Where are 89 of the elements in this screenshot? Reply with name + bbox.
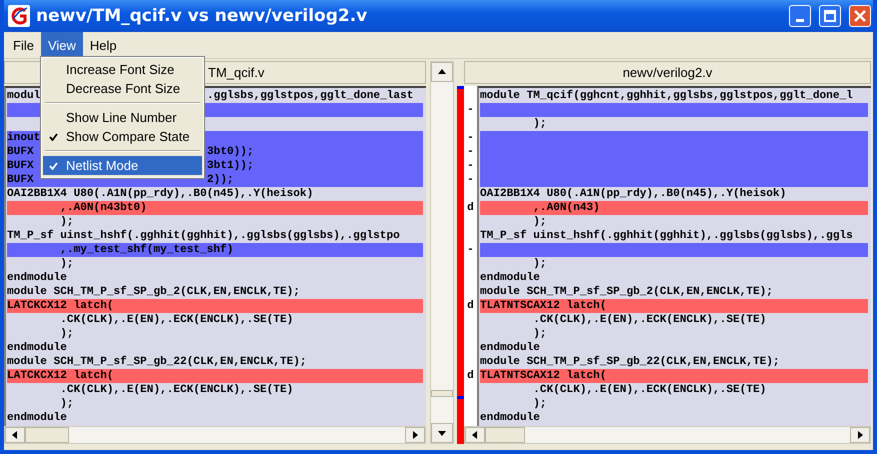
code-line: ,.A0N(n43bt0): [59, 201, 147, 215]
close-icon: [854, 10, 866, 22]
down-arrow-icon: [437, 428, 447, 438]
diff-marker: -: [467, 243, 474, 257]
code-line: TM_P_sf uinst_hshf(.gghhit(gghhit),.gglsbs(gglsbs),.gglstpo: [7, 229, 400, 243]
horizontal-scrollbar[interactable]: [464, 426, 871, 444]
scroll-right-button[interactable]: [405, 427, 425, 443]
scroll-right-button[interactable]: [850, 427, 870, 443]
code-line: endmodule: [480, 411, 540, 425]
code-line: module SCH_TM_P_sf_SP_gb_22(CLK,EN,ENCLK,TE);: [480, 355, 780, 369]
scroll-up-button[interactable]: [431, 62, 453, 82]
minimize-icon: [796, 18, 804, 22]
diff-marker: -: [467, 103, 474, 117]
right-arrow-icon: [410, 430, 420, 440]
code-line: BUFX: [7, 173, 34, 187]
code-line: );: [532, 117, 547, 131]
code-line: .CK(CLK),.E(EN),.ECK(ENCLK),.SE(TE): [532, 313, 766, 327]
diff-marker: d: [467, 369, 474, 383]
maximize-button[interactable]: [819, 5, 841, 27]
code-line: );: [532, 327, 547, 341]
minimize-button[interactable]: [789, 5, 811, 27]
window-title: newv/TM_qcif.v vs newv/verilog2.v: [36, 6, 368, 26]
scroll-thumb[interactable]: [431, 390, 453, 397]
code-line: module TM_qcif(gghcnt,gghhit,gglsbs,gglstpos,gglt_done_l: [480, 89, 853, 103]
diff-marker: -: [467, 145, 474, 159]
file-name: newv/verilog2.v: [622, 65, 712, 80]
close-button[interactable]: [849, 5, 871, 27]
code-line: TLATNTSCAX12 latch(: [480, 369, 606, 383]
code-line: module SCH_TM_P_sf_SP_gb_22(CLK,EN,ENCLK,TE);: [7, 355, 307, 369]
code-line: endmodule: [480, 341, 540, 355]
code-line: ,.A0N(n43): [532, 201, 600, 215]
scroll-thumb[interactable]: [25, 427, 69, 443]
scroll-left-button[interactable]: [5, 427, 25, 443]
code-line: OAI2BB1X4 U80(.A1N(pp_rdy),.B0(n45),.Y(heisok): [7, 187, 314, 201]
vertical-scrollbar[interactable]: [430, 61, 454, 444]
code-line: 2));: [207, 173, 234, 187]
code-line: .gglsbs,gglstpos,gglt_done_last: [207, 89, 414, 103]
code-line: .CK(CLK),.E(EN),.ECK(ENCLK),.SE(TE): [532, 383, 766, 397]
code-line: 3bt0));: [207, 145, 254, 159]
code-line: );: [59, 397, 74, 411]
code-line: );: [532, 215, 547, 229]
code-line: inout: [7, 131, 40, 145]
code-line: OAI2BB1X4 U80(.A1N(pp_rdy),.B0(n45),.Y(heisok): [480, 187, 786, 201]
scroll-down-button[interactable]: [431, 423, 453, 443]
code-line: LATCKCX12 latch(: [7, 369, 114, 383]
code-line: BUFX: [7, 159, 34, 173]
menu-item[interactable]: Decrease Font Size: [43, 79, 202, 98]
code-line: module SCH_TM_P_sf_SP_gb_2(CLK,EN,ENCLK,TE);: [7, 285, 300, 299]
app-logo-icon: [8, 5, 30, 27]
code-line: );: [59, 215, 74, 229]
menu-item[interactable]: Increase Font Size: [43, 60, 202, 79]
diff-marker: d: [467, 299, 474, 313]
code-line: BUFX: [7, 145, 34, 159]
diff-marker: -: [467, 173, 474, 187]
diff-marker: d: [467, 201, 474, 215]
code-line: );: [59, 257, 74, 271]
up-arrow-icon: [437, 67, 447, 77]
scroll-thumb[interactable]: [485, 427, 525, 443]
diff-marker: -: [467, 131, 474, 145]
code-line: module SCH_TM_P_sf_SP_gb_2(CLK,EN,ENCLK,TE);: [480, 285, 773, 299]
code-line: 3bt1));: [207, 159, 254, 173]
code-line: endmodule: [7, 341, 67, 355]
maximize-icon: [824, 10, 836, 22]
diff-marker: -: [467, 159, 474, 173]
menu-title[interactable]: File: [6, 32, 41, 58]
code-line: modul: [7, 89, 40, 103]
file-name: TM_qcif.v: [208, 65, 264, 80]
code-line: ,.my_test_shf(my_test_shf): [59, 243, 234, 257]
scroll-left-button[interactable]: [465, 427, 485, 443]
code-line: TLATNTSCAX12 latch(: [480, 299, 606, 313]
code-line: endmodule: [7, 411, 67, 425]
right-arrow-icon: [855, 430, 865, 440]
menu-title[interactable]: Help: [82, 32, 124, 58]
code-line: );: [532, 257, 547, 271]
code-line: );: [532, 397, 547, 411]
code-line: endmodule: [7, 271, 67, 285]
code-line: .CK(CLK),.E(EN),.ECK(ENCLK),.SE(TE): [59, 313, 294, 327]
code-line: TM_P_sf uinst_hshf(.gghhit(gghhit),.gglsbs(gglsbs),.ggls: [480, 229, 853, 243]
code-line: endmodule: [480, 271, 540, 285]
horizontal-scrollbar[interactable]: [4, 426, 426, 444]
menu-item[interactable]: Show Line Number: [43, 108, 202, 127]
menu-title[interactable]: View: [40, 32, 83, 58]
code-line: .CK(CLK),.E(EN),.ECK(ENCLK),.SE(TE): [59, 383, 294, 397]
left-arrow-icon: [10, 430, 20, 440]
code-line: );: [59, 327, 74, 341]
menu-item[interactable]: Show Compare State: [43, 127, 202, 146]
code-line: LATCKCX12 latch(: [7, 299, 114, 313]
left-arrow-icon: [470, 430, 480, 440]
menu-item[interactable]: Netlist Mode: [43, 156, 202, 175]
